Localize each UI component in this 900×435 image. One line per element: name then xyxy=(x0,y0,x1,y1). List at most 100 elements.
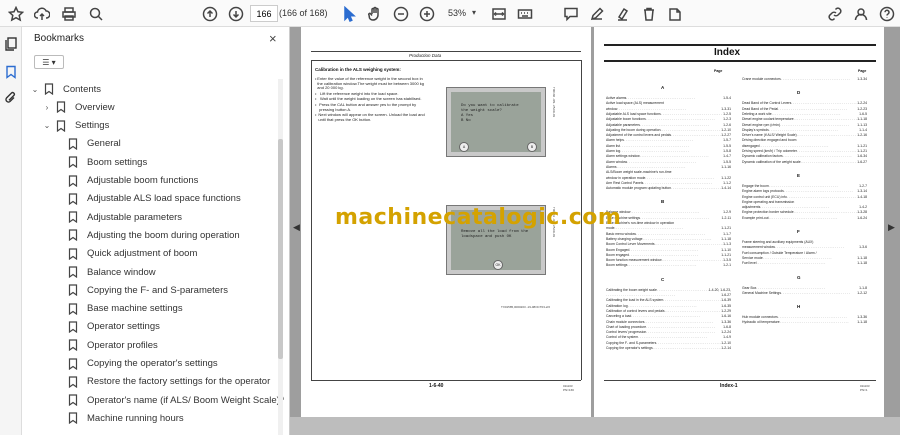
index-entry[interactable]: Service mode . . . . . . . . . . . . . .… xyxy=(742,256,867,260)
highlight-icon[interactable] xyxy=(614,5,631,22)
index-entry[interactable]: Display's symbols . . . . . . . . . . . … xyxy=(742,128,867,132)
index-entry[interactable]: Arm Rest Control Panels . . . . . . . . … xyxy=(606,181,731,185)
index-entry[interactable]: General Machine Settings . . . . . . . .… xyxy=(742,291,867,295)
index-entry[interactable]: Alarm helps . . . . . . . . . . . . . . … xyxy=(606,138,731,142)
bookmark-item[interactable]: Copying the F- and S-parameters xyxy=(54,281,228,299)
bookmark-star-icon[interactable] xyxy=(7,5,24,22)
bookmark-item[interactable]: Operator settings xyxy=(54,318,160,336)
bookmarks-panel-icon[interactable] xyxy=(4,65,18,79)
pages-thumbnail-icon[interactable] xyxy=(4,37,18,51)
index-entry[interactable]: Diesel engine coolant temperature . . . … xyxy=(742,117,867,121)
hand-tool-icon[interactable] xyxy=(366,5,383,22)
index-entry[interactable]: Basic menu window . . . . . . . . . . . … xyxy=(606,232,731,236)
index-entry[interactable]: Engine operating and transmission xyxy=(742,200,867,204)
bookmark-item[interactable]: Restore the factory settings for the ope… xyxy=(54,373,270,391)
index-entry[interactable]: Dynamic calibration factors . . . . . . … xyxy=(742,154,867,158)
bookmark-item[interactable]: Quick adjustment of boom xyxy=(54,245,197,263)
index-entry[interactable]: mode . . . . . . . . . . . . . . . . . .… xyxy=(606,226,731,230)
bookmark-item[interactable]: Operator's name (if ALS/ Boom Weight Sca… xyxy=(54,391,284,409)
index-entry[interactable]: Driver's name (if ALS/ Weight Scale) . .… xyxy=(742,133,867,137)
index-entry[interactable]: Diesel engine rpm (r/min) . . . . . . . … xyxy=(742,123,867,127)
index-entry[interactable]: window in operation mode . . . . . . . .… xyxy=(606,176,731,180)
index-entry[interactable]: Alarm window . . . . . . . . . . . . . .… xyxy=(606,160,731,164)
bookmark-item[interactable]: General xyxy=(54,135,121,153)
bookmark-item[interactable]: Base machine settings xyxy=(54,300,183,318)
index-entry[interactable]: Adjustable parameters . . . . . . . . . … xyxy=(606,123,731,127)
index-entry[interactable]: . . . . . . . . . . . . . . . . . . . . … xyxy=(606,293,731,297)
previous-page-icon[interactable] xyxy=(201,5,218,22)
bookmark-item[interactable]: ⌄ Contents xyxy=(30,80,101,98)
index-entry[interactable]: Calibration log . . . . . . . . . . . . … xyxy=(606,304,731,308)
delete-icon[interactable] xyxy=(640,5,657,22)
close-icon[interactable]: × xyxy=(269,31,277,46)
chevron-down-icon[interactable]: ⌄ xyxy=(42,121,52,130)
zoom-level[interactable]: 53% xyxy=(448,8,466,18)
share-link-icon[interactable] xyxy=(826,5,843,22)
print-icon[interactable] xyxy=(60,5,77,22)
index-entry[interactable]: Alarms . . . . . . . . . . . . . . . . .… xyxy=(606,165,731,169)
index-entry[interactable]: Canceling a load . . . . . . . . . . . .… xyxy=(606,314,731,318)
scroll-thumb[interactable] xyxy=(278,139,283,359)
comment-icon[interactable] xyxy=(562,5,579,22)
index-entry[interactable]: Example print-out . . . . . . . . . . . … xyxy=(742,216,867,220)
index-entry[interactable]: Fuel level . . . . . . . . . . . . . . .… xyxy=(742,261,867,265)
index-entry[interactable]: Engage the boom . . . . . . . . . . . . … xyxy=(742,184,867,188)
index-entry[interactable]: Engine control unit (ECU) info . . . . .… xyxy=(742,195,867,199)
index-entry[interactable]: Driving direction engaged and boom xyxy=(742,138,867,142)
index-entry[interactable]: Balance window . . . . . . . . . . . . .… xyxy=(606,210,731,214)
index-entry[interactable]: Alarm log . . . . . . . . . . . . . . . … xyxy=(606,149,731,153)
index-entry[interactable]: Adjustable boom functions . . . . . . . … xyxy=(606,117,731,121)
index-entry[interactable]: Boom engaged . . . . . . . . . . . . . .… xyxy=(606,253,731,257)
index-entry[interactable]: Control levers' progression . . . . . . … xyxy=(606,330,731,334)
index-entry[interactable]: Boom settings . . . . . . . . . . . . . … xyxy=(606,263,731,267)
index-entry[interactable]: Active load space (ALS) measurement xyxy=(606,101,731,105)
index-entry[interactable]: Chart of loading procedure . . . . . . .… xyxy=(606,325,731,329)
select-cursor-icon[interactable] xyxy=(340,5,357,22)
fill-sign-icon[interactable] xyxy=(666,5,683,22)
index-entry[interactable]: Battery charging voltage . . . . . . . .… xyxy=(606,237,731,241)
search-icon[interactable] xyxy=(87,5,104,22)
index-entry[interactable]: Active alarms . . . . . . . . . . . . . … xyxy=(606,96,731,100)
index-entry[interactable]: Adjusting the boom during operation . . … xyxy=(606,128,731,132)
index-entry[interactable]: Frame steering and auxiliary equipments … xyxy=(742,240,867,244)
chevron-right-icon[interactable]: › xyxy=(42,103,52,112)
index-entry[interactable]: Boom Engaged . . . . . . . . . . . . . .… xyxy=(606,248,731,252)
index-entry[interactable]: Chain module connectors . . . . . . . . … xyxy=(606,320,731,324)
bookmark-item[interactable]: › Overview xyxy=(42,98,115,116)
document-viewer[interactable]: ◀ ▶ Production Data Calibration in the A… xyxy=(290,27,900,435)
index-entry[interactable]: disengaged . . . . . . . . . . . . . . .… xyxy=(742,144,867,148)
help-icon[interactable] xyxy=(878,5,895,22)
index-entry[interactable]: Gear Box . . . . . . . . . . . . . . . .… xyxy=(742,286,867,290)
account-icon[interactable] xyxy=(852,5,869,22)
index-entry[interactable]: Copying the operator's settings . . . . … xyxy=(606,346,731,350)
next-page-arrow-icon[interactable]: ▶ xyxy=(888,222,895,233)
page-number-input[interactable] xyxy=(250,5,278,22)
zoom-in-icon[interactable] xyxy=(418,5,435,22)
index-entry[interactable]: Driving speed (km/h) / Trip odometer . .… xyxy=(742,149,867,153)
bookmark-item[interactable]: Machine running hours xyxy=(54,409,184,427)
index-entry[interactable]: Hydraulic oil temperature . . . . . . . … xyxy=(742,320,867,324)
index-entry[interactable]: Control of the system . . . . . . . . . … xyxy=(606,335,731,339)
index-entry[interactable]: window . . . . . . . . . . . . . . . . .… xyxy=(606,107,731,111)
pen-icon[interactable] xyxy=(588,5,605,22)
index-entry[interactable]: Adjustable ALS load space functions . . … xyxy=(606,112,731,116)
index-entry[interactable]: Copying the F- and S-parameters . . . . … xyxy=(606,341,731,345)
index-entry[interactable]: measurement window . . . . . . . . . . .… xyxy=(742,245,867,249)
bookmark-options-button[interactable]: ☰ ▾ xyxy=(34,55,64,69)
bookmark-item[interactable]: Boom settings xyxy=(54,153,147,171)
bookmark-item[interactable]: Adjusting the boom during operation xyxy=(54,226,240,244)
zoom-out-icon[interactable] xyxy=(392,5,409,22)
index-entry[interactable]: Calibration of control levers and pedals… xyxy=(606,309,731,313)
index-entry[interactable]: Dead Band of the Control Levers . . . . … xyxy=(742,101,867,105)
keyboard-icon[interactable] xyxy=(516,5,533,22)
next-page-icon[interactable] xyxy=(227,5,244,22)
index-entry[interactable]: Calibrating the load in the ALS system .… xyxy=(606,298,731,302)
index-entry[interactable]: Engine alarm logs protocols . . . . . . … xyxy=(742,189,867,193)
index-entry[interactable]: Base machine's run-time window in operat… xyxy=(606,221,731,225)
bookmark-item[interactable]: Adjustable boom functions xyxy=(54,172,198,190)
index-entry[interactable]: Deleting a work site . . . . . . . . . .… xyxy=(742,112,867,116)
index-entry[interactable]: Automatic module program updating button… xyxy=(606,186,731,190)
index-entry[interactable]: Dynamic calibration of the weight scale … xyxy=(742,160,867,164)
bookmark-item[interactable]: Operator profiles xyxy=(54,336,158,354)
attachments-icon[interactable] xyxy=(4,91,18,105)
